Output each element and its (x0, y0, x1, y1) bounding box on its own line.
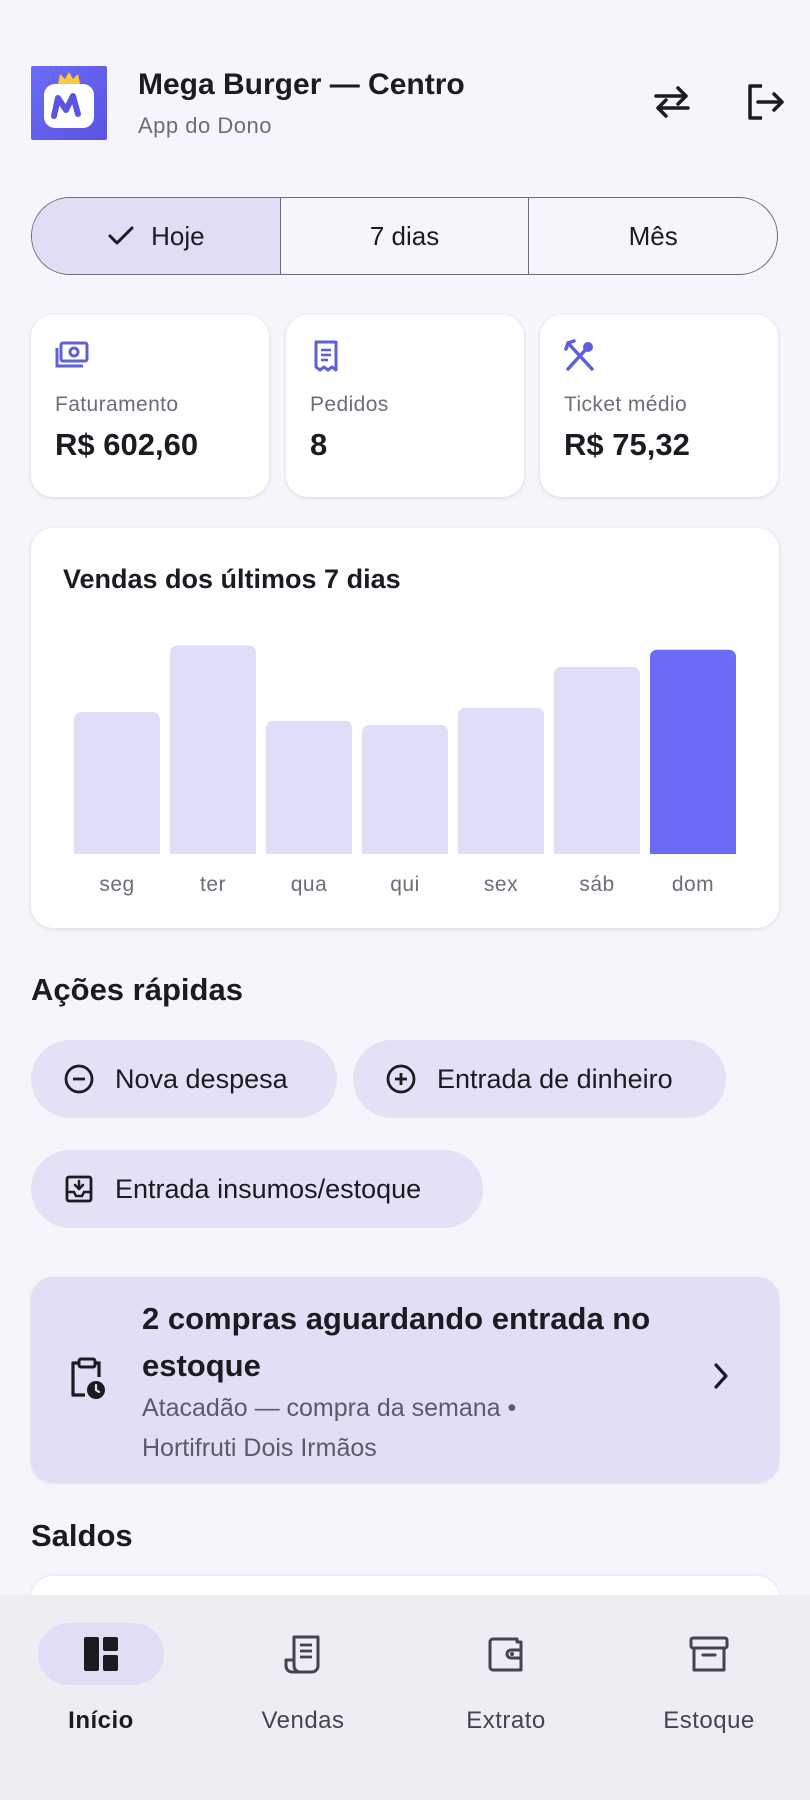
restaurant-icon (564, 339, 596, 378)
stat-value: 8 (310, 427, 328, 462)
nav-inicio[interactable]: Início (0, 1595, 202, 1800)
wallet-icon (443, 1623, 569, 1685)
x-tick-label: qua (291, 873, 328, 896)
x-tick-label: ter (200, 873, 226, 896)
period-selector: Hoje 7 dias Mês (31, 197, 778, 275)
sales-bar-chart: seg ter qua qui sex sáb dom (74, 645, 736, 896)
payments-icon (55, 339, 91, 376)
chart-bar-base (362, 844, 448, 854)
add-circle-icon (385, 1063, 417, 1095)
nav-estoque[interactable]: Estoque (608, 1595, 810, 1800)
app-title: Mega Burger — Centro (138, 68, 465, 101)
chart-bar-base (266, 844, 352, 854)
x-tick-label: sex (484, 873, 518, 896)
chart-bar-seg (74, 712, 160, 854)
stat-label: Ticket médio (564, 393, 688, 416)
chart-bar-base (74, 844, 160, 854)
x-tick-label: seg (99, 873, 134, 896)
tab-label: Mês (628, 220, 678, 251)
new-expense-button[interactable]: Nova despesa (31, 1040, 337, 1118)
x-tick-label: sáb (579, 873, 614, 896)
chart-bar-qua (266, 720, 352, 854)
check-icon (107, 225, 135, 247)
nav-label: Início (68, 1707, 134, 1734)
mega-burger-logo (31, 66, 107, 140)
logout-icon[interactable] (739, 76, 791, 128)
nav-extrato[interactable]: Extrato (405, 1595, 607, 1800)
x-tick-label: dom (672, 873, 714, 896)
chart-bar-ter (170, 645, 256, 854)
chart-bar-base (458, 844, 544, 854)
tab-7-dias[interactable]: 7 dias (281, 198, 530, 274)
nav-label: Estoque (663, 1707, 755, 1734)
sales-chart-card: Vendas dos últimos 7 dias seg ter qua qui se… (31, 528, 779, 928)
chart-bar-base (554, 844, 640, 854)
chevron-right-icon (711, 1361, 731, 1396)
chart-bar-base (170, 844, 256, 854)
receipt-icon (310, 339, 342, 378)
chart-bar-qui (362, 725, 448, 854)
stat-value: R$ 75,32 (564, 427, 690, 462)
nav-label: Vendas (261, 1707, 345, 1734)
chip-label: Entrada insumos/estoque (115, 1173, 422, 1204)
nav-vendas[interactable]: Vendas (202, 1595, 404, 1800)
chart-bar-base (650, 844, 736, 854)
x-tick-label: qui (390, 873, 420, 896)
tab-label: 7 dias (369, 220, 440, 251)
chip-label: Nova despesa (115, 1063, 288, 1094)
tab-mes[interactable]: Mês (529, 198, 777, 274)
swap-horiz-icon[interactable] (646, 76, 698, 128)
remove-circle-icon (63, 1063, 95, 1095)
chip-label: Entrada de dinheiro (437, 1063, 673, 1094)
tab-label: Hoje (151, 220, 205, 251)
tab-hoje[interactable]: Hoje (32, 198, 281, 274)
receipt-long-icon (240, 1623, 366, 1685)
stat-card-pedidos: Pedidos 8 (286, 315, 524, 497)
stat-label: Faturamento (55, 393, 179, 416)
pending-actions-icon (67, 1357, 107, 1406)
pending-title: 2 compras aguardando entrada no estoque (142, 1301, 651, 1383)
app-header: Mega Burger — Centro App do Dono (31, 66, 784, 140)
pending-purchases-card[interactable]: 2 compras aguardando entrada no estoque … (31, 1277, 779, 1482)
stock-entry-button[interactable]: Entrada insumos/estoque (31, 1150, 483, 1228)
stat-label: Pedidos (310, 393, 389, 416)
dashboard-icon (38, 1623, 164, 1685)
chart-bar-sáb (554, 666, 640, 854)
quick-actions-title: Ações rápidas (31, 972, 243, 1007)
nav-label: Extrato (466, 1707, 546, 1734)
inventory-download-icon (63, 1173, 95, 1205)
chart-bar-sex (458, 707, 544, 854)
app-subtitle: App do Dono (138, 113, 272, 138)
chart-bar-dom (650, 649, 736, 854)
archive-box-icon (646, 1623, 772, 1685)
stat-card-faturamento: Faturamento R$ 602,60 (31, 315, 269, 497)
cash-entry-button[interactable]: Entrada de dinheiro (353, 1040, 726, 1118)
balances-title: Saldos (31, 1518, 133, 1553)
pending-subtitle: Atacadão — compra da semana • Hortifruti… (142, 1394, 517, 1462)
stat-value: R$ 602,60 (55, 427, 199, 462)
stat-card-ticket-medio: Ticket médio R$ 75,32 (540, 315, 778, 497)
bottom-navigation: Início Vendas Extrato Estoque (0, 1595, 810, 1800)
